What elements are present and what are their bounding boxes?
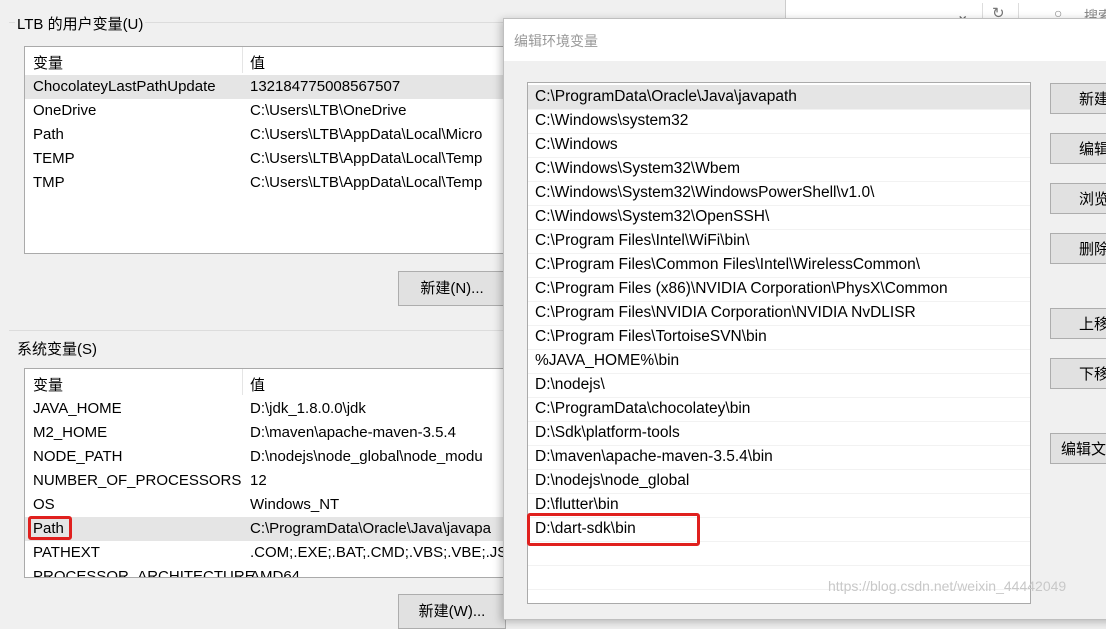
var-value: C:\ProgramData\Oracle\Java\javapa	[250, 520, 491, 537]
var-name: ChocolateyLastPathUpdate	[33, 78, 216, 95]
path-entry[interactable]: C:\Windows\System32\WindowsPowerShell\v1…	[528, 181, 1030, 206]
path-entry[interactable]: D:\nodejs\	[528, 373, 1030, 398]
edit-text-button[interactable]: 编辑文	[1050, 433, 1106, 464]
user-vars-group-label: LTB 的用户变量(U)	[15, 13, 146, 34]
dialog-title: 编辑环境变量	[514, 33, 598, 49]
path-entry-text: D:\nodejs\node_global	[535, 472, 690, 489]
path-entry[interactable]: C:\Windows	[528, 133, 1030, 158]
var-name: JAVA_HOME	[33, 400, 122, 417]
path-entry[interactable]: C:\Program Files\TortoiseSVN\bin	[528, 325, 1030, 350]
path-entry-text: C:\Program Files\TortoiseSVN\bin	[535, 328, 767, 345]
path-entry-text: C:\Program Files\NVIDIA Corporation\NVID…	[535, 304, 916, 321]
delete-button[interactable]: 删除	[1050, 233, 1106, 264]
path-entry-text: C:\Windows\system32	[535, 112, 689, 129]
path-entry-text: D:\Sdk\platform-tools	[535, 424, 680, 441]
var-name: OS	[33, 496, 55, 513]
column-header-value[interactable]: 值	[250, 374, 265, 395]
path-entry-text: C:\Program Files (x86)\NVIDIA Corporatio…	[535, 280, 948, 297]
column-header-name[interactable]: 变量	[33, 374, 63, 395]
column-header-value[interactable]: 值	[250, 52, 265, 73]
path-entry-text: C:\Program Files\Intel\WiFi\bin\	[535, 232, 750, 249]
path-entry-text: C:\Windows\System32\WindowsPowerShell\v1…	[535, 184, 875, 201]
var-name: PATHEXT	[33, 544, 100, 561]
path-entry[interactable]: C:\Program Files\Intel\WiFi\bin\	[528, 229, 1030, 254]
var-value: C:\Users\LTB\OneDrive	[250, 102, 407, 119]
var-value: C:\Users\LTB\AppData\Local\Micro	[250, 126, 483, 143]
path-entry[interactable]: C:\Windows\System32\OpenSSH\	[528, 205, 1030, 230]
system-vars-group-label: 系统变量(S)	[15, 338, 99, 359]
path-entry-text: D:\flutter\bin	[535, 496, 619, 513]
path-entry[interactable]: C:\Windows\system32	[528, 109, 1030, 134]
path-entry[interactable]: D:\maven\apache-maven-3.5.4\bin	[528, 445, 1030, 470]
path-entry-text: C:\Windows	[535, 136, 618, 153]
var-value: Windows_NT	[250, 496, 340, 513]
path-entry[interactable]: C:\Program Files (x86)\NVIDIA Corporatio…	[528, 277, 1030, 302]
var-name: Path	[33, 126, 64, 143]
move-down-button[interactable]: 下移	[1050, 358, 1106, 389]
path-entry[interactable]: C:\Program Files\Common Files\Intel\Wire…	[528, 253, 1030, 278]
path-highlight-box	[28, 516, 72, 540]
path-entry-text: C:\Program Files\Common Files\Intel\Wire…	[535, 256, 921, 273]
path-entry[interactable]: D:\nodejs\node_global	[528, 469, 1030, 494]
var-name: OneDrive	[33, 102, 97, 119]
path-entry[interactable]: C:\Windows\System32\Wbem	[528, 157, 1030, 182]
var-value: .COM;.EXE;.BAT;.CMD;.VBS;.VBE;.JS;	[250, 544, 512, 561]
path-entry-selected[interactable]: C:\ProgramData\Oracle\Java\javapath	[528, 85, 1030, 110]
path-entry[interactable]: %JAVA_HOME%\bin	[528, 349, 1030, 374]
watermark: https://blog.csdn.net/weixin_44442049	[828, 578, 1067, 594]
path-entry-text: C:\Windows\System32\Wbem	[535, 160, 740, 177]
var-name: M2_HOME	[33, 424, 108, 441]
var-name: NUMBER_OF_PROCESSORS	[33, 472, 242, 489]
move-up-button[interactable]: 上移	[1050, 308, 1106, 339]
var-name: TMP	[33, 174, 65, 191]
var-value: D:\maven\apache-maven-3.5.4	[250, 424, 456, 441]
var-value: 132184775008567507	[250, 78, 401, 95]
path-entry[interactable]: C:\Program Files\NVIDIA Corporation\NVID…	[528, 301, 1030, 326]
column-separator[interactable]	[242, 47, 243, 73]
path-entry-text: C:\ProgramData\Oracle\Java\javapath	[535, 88, 797, 105]
path-entry-text: %JAVA_HOME%\bin	[535, 352, 680, 369]
column-separator[interactable]	[242, 369, 243, 395]
var-value: D:\nodejs\node_global\node_modu	[250, 448, 483, 465]
path-entry-text: D:\maven\apache-maven-3.5.4\bin	[535, 448, 773, 465]
path-entry[interactable]: C:\ProgramData\chocolatey\bin	[528, 397, 1030, 422]
var-name: PROCESSOR_ARCHITECTURE	[33, 568, 255, 578]
system-new-button[interactable]: 新建(W)...	[398, 594, 506, 629]
browse-button[interactable]: 浏览	[1050, 183, 1106, 214]
new-button[interactable]: 新建	[1050, 83, 1106, 114]
edit-button[interactable]: 编辑	[1050, 133, 1106, 164]
var-value: AMD64	[250, 568, 301, 578]
dart-sdk-highlight-box	[527, 513, 700, 546]
var-value: 12	[250, 472, 267, 489]
column-header-name[interactable]: 变量	[33, 52, 63, 73]
path-entry-text: C:\ProgramData\chocolatey\bin	[535, 400, 751, 417]
user-new-button[interactable]: 新建(N)...	[398, 271, 506, 306]
path-entry[interactable]: D:\Sdk\platform-tools	[528, 421, 1030, 446]
var-value: D:\jdk_1.8.0.0\jdk	[250, 400, 366, 417]
dialog-titlebar[interactable]: 编辑环境变量	[504, 19, 1106, 61]
path-entry-text: C:\Windows\System32\OpenSSH\	[535, 208, 770, 225]
path-entry-text: D:\nodejs\	[535, 376, 605, 393]
var-name: NODE_PATH	[33, 448, 123, 465]
var-value: C:\Users\LTB\AppData\Local\Temp	[250, 174, 483, 191]
var-name: TEMP	[33, 150, 75, 167]
var-value: C:\Users\LTB\AppData\Local\Temp	[250, 150, 483, 167]
